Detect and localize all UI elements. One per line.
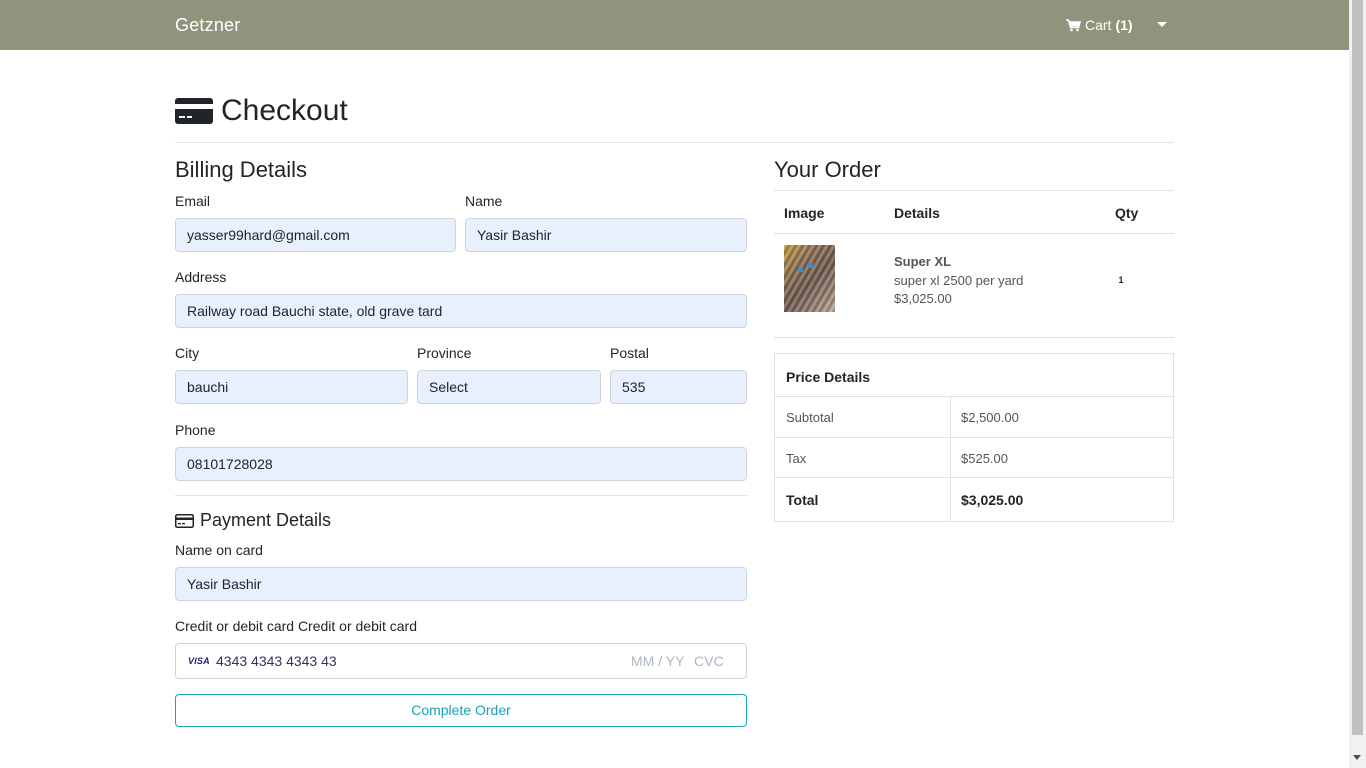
product-description: super xl 2500 per yard: [894, 273, 1024, 288]
credit-card-icon: [175, 513, 194, 528]
phone-label: Phone: [175, 422, 216, 438]
email-label: Email: [175, 193, 211, 209]
credit-card-icon: [175, 98, 213, 124]
scroll-down-arrow-icon[interactable]: [1353, 755, 1361, 760]
column-divider: [950, 397, 951, 522]
order-header-divider: [774, 233, 1174, 234]
tax-value: $525.00: [961, 451, 1008, 466]
table-row: [775, 477, 1173, 478]
price-details-table: Price Details Subtotal $2,500.00 Tax $52…: [774, 353, 1174, 522]
order-heading: Your Order: [774, 157, 881, 182]
address-field[interactable]: Railway road Bauchi state, old grave tar…: [175, 294, 747, 328]
postal-field[interactable]: 535: [610, 370, 747, 404]
address-label: Address: [175, 269, 227, 285]
card-element[interactable]: VISA 4343 4343 4343 43 MM / YY CVC: [175, 643, 747, 679]
price-details-heading: Price Details: [786, 369, 871, 385]
title-divider: [175, 142, 1174, 143]
payment-heading: Payment Details: [175, 510, 331, 531]
top-navbar: Getzner Cart (1): [0, 0, 1349, 50]
cart-link[interactable]: Cart (1): [1066, 17, 1133, 33]
column-header-details: Details: [894, 205, 940, 221]
tax-label: Tax: [786, 451, 807, 466]
name-on-card-label: Name on card: [175, 542, 263, 558]
total-label: Total: [786, 492, 819, 508]
cart-count: (1): [1115, 17, 1133, 33]
shopping-cart-icon: [1066, 18, 1081, 31]
billing-heading: Billing Details: [175, 157, 308, 182]
card-expiry-input[interactable]: MM / YY: [631, 653, 684, 669]
complete-order-button[interactable]: Complete Order: [175, 694, 747, 727]
table-row: [775, 437, 1173, 438]
quantity-badge: 1: [1118, 275, 1124, 285]
brand-logo[interactable]: Getzner: [175, 15, 240, 36]
product-price: $3,025.00: [894, 291, 952, 306]
name-on-card-field[interactable]: Yasir Bashir: [175, 567, 747, 601]
column-header-qty: Qty: [1115, 205, 1139, 221]
column-header-image: Image: [784, 205, 825, 221]
page-title-text: Checkout: [221, 94, 348, 127]
payment-heading-text: Payment Details: [200, 510, 332, 530]
phone-field[interactable]: 08101728028: [175, 447, 747, 481]
order-row-divider: [774, 337, 1174, 338]
city-field[interactable]: bauchi: [175, 370, 408, 404]
billing-divider: [175, 495, 747, 496]
table-row: [775, 396, 1173, 397]
scrollbar-thumb[interactable]: [1352, 0, 1363, 735]
city-label: City: [175, 345, 200, 361]
email-field[interactable]: yasser99hard@gmail.com: [175, 218, 456, 252]
name-field[interactable]: Yasir Bashir: [465, 218, 747, 252]
product-name: Super XL: [894, 254, 952, 269]
subtotal-label: Subtotal: [786, 410, 834, 425]
card-number-input[interactable]: 4343 4343 4343 43: [216, 653, 337, 669]
province-label: Province: [417, 345, 472, 361]
page-title: Checkout: [175, 94, 348, 128]
total-value: $3,025.00: [961, 492, 1024, 508]
card-label: Credit or debit card Credit or debit car…: [175, 618, 417, 634]
card-cvc-input[interactable]: CVC: [694, 653, 724, 669]
product-image: [784, 245, 835, 312]
name-label: Name: [465, 193, 503, 209]
dropdown-caret-icon[interactable]: [1157, 22, 1167, 27]
cart-label: Cart: [1085, 17, 1112, 33]
postal-label: Postal: [610, 345, 649, 361]
order-table-top-border: [774, 190, 1174, 191]
visa-brand-icon: VISA: [188, 656, 210, 666]
province-select[interactable]: Select: [417, 370, 601, 404]
subtotal-value: $2,500.00: [961, 410, 1019, 425]
